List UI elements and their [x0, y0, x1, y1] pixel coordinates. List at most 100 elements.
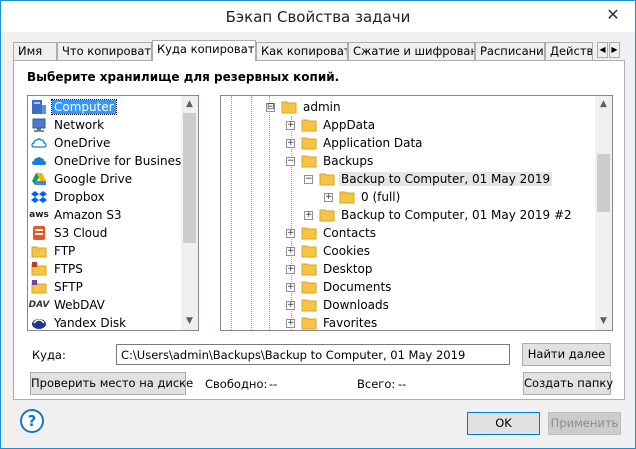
- storage-item-onedrive[interactable]: OneDrive: [31, 134, 112, 152]
- storage-item-amazon-s3[interactable]: aws Amazon S3: [29, 206, 124, 224]
- scroll-thumb[interactable]: [597, 154, 610, 212]
- scroll-down-arrow-icon[interactable]: ▼: [595, 313, 612, 330]
- onedrive-business-icon: [31, 153, 47, 169]
- folder-icon: [319, 173, 335, 186]
- destination-path-field[interactable]: C:\Users\admin\Backups\Backup to Compute…: [116, 344, 510, 365]
- tree-item-documents[interactable]: + Documents: [286, 278, 393, 296]
- s3-cloud-icon: [31, 225, 47, 241]
- ftps-folder-icon: [31, 261, 47, 277]
- expand-icon[interactable]: +: [286, 282, 295, 292]
- collapse-icon[interactable]: −: [304, 174, 313, 184]
- find-next-button[interactable]: Найти далее: [522, 343, 611, 366]
- storage-item-label: Dropbox: [54, 190, 105, 204]
- tree-item-contacts[interactable]: + Contacts: [286, 224, 378, 242]
- scroll-down-arrow-icon[interactable]: ▼: [181, 313, 198, 330]
- aws-icon: aws: [29, 210, 49, 220]
- folder-icon: [301, 299, 317, 312]
- expand-icon[interactable]: +: [286, 246, 295, 256]
- tree-item-appdata[interactable]: + AppData: [286, 116, 377, 134]
- expand-icon[interactable]: +: [286, 228, 295, 238]
- tree-item-0-full[interactable]: + 0 (full): [324, 188, 402, 206]
- collapse-icon[interactable]: −: [286, 156, 295, 166]
- tab-how-to-copy[interactable]: Как копировать: [256, 42, 348, 60]
- storage-item-sftp[interactable]: SFTP: [31, 278, 85, 296]
- storage-item-label: OneDrive for Business: [54, 154, 188, 168]
- tree-item-label: Documents: [323, 280, 392, 294]
- tree-item-label: Backup to Computer, 01 May 2019: [339, 172, 553, 186]
- tree-item-backup-01-may-2019[interactable]: − Backup to Computer, 01 May 2019: [304, 170, 553, 188]
- window-title: Бэкап Свойства задачи: [225, 8, 411, 26]
- folder-icon: [301, 155, 317, 168]
- storage-item-s3-cloud[interactable]: S3 Cloud: [31, 224, 109, 242]
- folder-tree-scrollbar[interactable]: ▲ ▼: [595, 96, 612, 330]
- expand-icon[interactable]: +: [286, 264, 295, 274]
- tab-strip: Имя Что копировать Куда копировать Как к…: [13, 40, 625, 61]
- tree-item-backup-01-may-2019-2[interactable]: + Backup to Computer, 01 May 2019 #2: [304, 206, 574, 224]
- storage-item-dropbox[interactable]: Dropbox: [31, 188, 107, 206]
- ok-button[interactable]: OK: [467, 412, 540, 435]
- storage-list-scrollbar[interactable]: ▲ ▼: [181, 96, 198, 330]
- tree-item-label: Application Data: [323, 136, 423, 150]
- tab-where-to-copy[interactable]: Куда копировать: [152, 40, 256, 61]
- expand-icon[interactable]: +: [286, 318, 295, 328]
- tree-item-desktop[interactable]: + Desktop: [286, 260, 375, 278]
- scroll-thumb[interactable]: [183, 113, 196, 243]
- free-space-value: --: [269, 377, 278, 391]
- tree-item-cookies[interactable]: + Cookies: [286, 242, 372, 260]
- total-space-label: Всего:: [357, 377, 396, 391]
- scroll-up-arrow-icon[interactable]: ▲: [595, 96, 612, 113]
- expand-icon[interactable]: +: [304, 210, 313, 220]
- tab-actions[interactable]: Действия: [545, 42, 593, 60]
- tree-item-admin[interactable]: ⊟ admin: [266, 98, 343, 116]
- where-to-copy-panel: Выберите хранилище для резервных копий. …: [13, 60, 625, 400]
- storage-item-network[interactable]: Network: [31, 116, 106, 134]
- sftp-folder-icon: [31, 279, 47, 295]
- tree-item-label: Contacts: [323, 226, 376, 240]
- folder-tree: ⊟ admin + AppData + Application Data − B…: [220, 95, 613, 331]
- collapse-icon[interactable]: ⊟: [266, 102, 275, 112]
- yandex-disk-icon: [31, 315, 47, 330]
- tab-scroll-left-button[interactable]: ◀: [597, 42, 608, 58]
- expand-icon[interactable]: +: [286, 138, 295, 148]
- tab-what-to-copy[interactable]: Что копировать: [57, 42, 152, 60]
- free-space-label: Свободно:: [205, 377, 268, 391]
- tab-name[interactable]: Имя: [13, 42, 57, 60]
- network-icon: [31, 117, 47, 133]
- expand-icon[interactable]: +: [286, 120, 295, 130]
- check-disk-space-button[interactable]: Проверить место на диске: [30, 372, 193, 395]
- folder-icon: [301, 281, 317, 294]
- tree-guide-line: [251, 96, 252, 330]
- storage-item-onedrive-business[interactable]: OneDrive for Business: [31, 152, 189, 170]
- close-button[interactable]: ✕: [603, 5, 623, 25]
- folder-icon: [301, 245, 317, 258]
- storage-item-label: S3 Cloud: [54, 226, 108, 240]
- scroll-up-arrow-icon[interactable]: ▲: [181, 96, 198, 113]
- storage-list: Computer Network OneDrive OneDrive for B…: [27, 95, 199, 331]
- storage-item-computer[interactable]: Computer: [31, 98, 117, 116]
- onedrive-icon: [31, 135, 47, 151]
- apply-button[interactable]: Применить: [548, 412, 621, 435]
- storage-item-webdav[interactable]: DAV WebDAV: [29, 296, 107, 314]
- storage-item-label: Amazon S3: [54, 208, 122, 222]
- storage-item-google-drive[interactable]: Google Drive: [31, 170, 134, 188]
- expand-icon[interactable]: +: [286, 300, 295, 310]
- google-drive-icon: [31, 171, 47, 187]
- tree-item-label: AppData: [323, 118, 376, 132]
- tree-item-application-data[interactable]: + Application Data: [286, 134, 425, 152]
- create-folder-button[interactable]: Создать папку: [523, 372, 613, 395]
- tree-item-favorites[interactable]: + Favorites: [286, 314, 379, 330]
- storage-item-ftps[interactable]: FTPS: [31, 260, 85, 278]
- tree-item-label: Downloads: [323, 298, 389, 312]
- tab-scroll-right-button[interactable]: ▶: [609, 42, 620, 58]
- storage-item-yandex-disk[interactable]: Yandex Disk: [31, 314, 128, 330]
- folder-icon: [319, 209, 335, 222]
- expand-icon[interactable]: +: [324, 192, 333, 202]
- help-icon[interactable]: ?: [20, 409, 44, 433]
- storage-item-ftp[interactable]: FTP: [31, 242, 77, 260]
- tree-item-backups[interactable]: − Backups: [286, 152, 375, 170]
- tab-compression-encryption[interactable]: Сжатие и шифрование: [348, 42, 475, 60]
- tab-schedule[interactable]: Расписание: [475, 42, 545, 60]
- folder-icon: [339, 191, 355, 204]
- tree-item-downloads[interactable]: + Downloads: [286, 296, 391, 314]
- tree-guide-line: [231, 96, 232, 330]
